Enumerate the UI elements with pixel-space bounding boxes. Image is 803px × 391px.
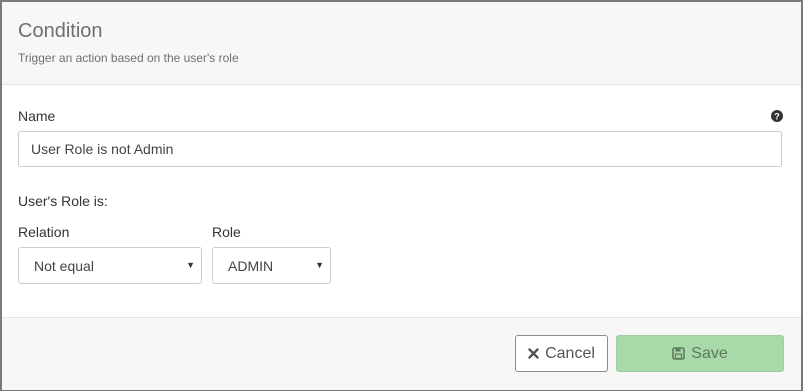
relation-select-value: Not equal xyxy=(34,258,94,274)
svg-text:?: ? xyxy=(774,111,780,121)
dialog-footer: Cancel Save xyxy=(2,317,801,390)
floppy-disk-icon xyxy=(672,347,686,360)
question-circle-icon[interactable]: ? xyxy=(771,109,783,122)
cancel-button[interactable]: Cancel xyxy=(515,335,608,372)
role-select-value: ADMIN xyxy=(228,258,274,274)
role-select[interactable]: ADMIN ▼ xyxy=(212,247,331,284)
chevron-down-icon: ▼ xyxy=(315,260,324,270)
relation-label: Relation xyxy=(18,224,70,240)
chevron-down-icon: ▼ xyxy=(186,260,195,270)
name-input[interactable] xyxy=(18,131,782,167)
relation-select[interactable]: Not equal ▼ xyxy=(18,247,202,284)
times-icon xyxy=(528,348,539,359)
cancel-button-label: Cancel xyxy=(545,344,595,362)
condition-dialog: Condition Trigger an action based on the… xyxy=(0,0,803,391)
name-label: Name xyxy=(18,108,56,124)
users-role-label: User's Role is: xyxy=(18,193,108,209)
save-button-label: Save xyxy=(691,344,728,362)
dialog-subtitle: Trigger an action based on the user's ro… xyxy=(18,51,239,65)
save-button[interactable]: Save xyxy=(616,335,784,372)
role-label: Role xyxy=(212,224,241,240)
dialog-header: Condition Trigger an action based on the… xyxy=(2,2,801,85)
dialog-title: Condition xyxy=(18,20,103,42)
